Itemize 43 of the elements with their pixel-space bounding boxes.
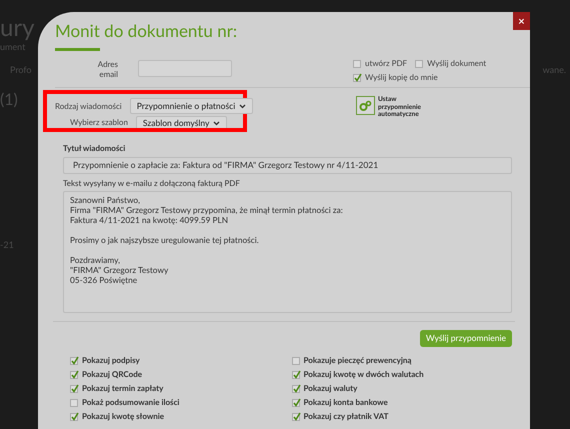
gears-icon [359,100,372,112]
checkbox-label: Pokazuj termin zapłaty [82,383,164,394]
field-label: Tytuł wiadomości [63,142,126,154]
checkbox-label: Pokazuj waluty [304,383,358,394]
checkbox-label: Pokazuj podpisy [82,355,140,366]
checkbox[interactable] [292,412,300,420]
caret-icon [213,120,220,126]
template-dropdown[interactable]: Szablon domyślny [136,116,228,128]
checkbox[interactable] [70,398,78,406]
checkbox-label: Pokazuj kwotę w dwóch walutach [304,369,424,380]
checkbox[interactable] [292,398,300,406]
dialog-title: Monit do dokumentu nr: [55,20,238,42]
checkbox-label: Pokazuj QRCode [82,369,142,380]
checkbox-label: Pokazuj kwotę słownie [82,411,164,422]
message-textarea[interactable]: Szanowni Państwo, Firma "FIRMA" Grzegorz Testowy przypomina, że minął termin płatności za: Faktura 4/11-2021 na kwotę: 4099.59 PLN Prosimy o jak najszybsze uregulowanie tej płatności. Pozdrawiamy, "FIRMA" Grzegorz Testowy 05-326 Poświętne [63,191,512,313]
checkbox[interactable] [353,74,361,82]
checkbox[interactable] [415,60,424,68]
checkbox-label: Pokazuje pieczęć prewencyjną [304,355,412,366]
checkbox-label: utwórz PDF [365,58,408,69]
message-type-dropdown[interactable]: Przypomnienie o płatności [130,98,254,114]
checkbox[interactable] [292,384,300,392]
checkbox[interactable] [292,370,300,378]
checkbox-label: Wyślij kopię do mnie [365,72,438,83]
checkbox-label: Pokazuj konta bankowe [304,397,388,408]
gears-icon-button[interactable] [356,96,375,115]
field-label: Adres email [96,58,118,78]
field-label: Rodzaj wiadomości [55,100,122,112]
caret-icon [239,104,246,108]
checkbox[interactable] [70,356,78,364]
checkbox-label: Pokaż podsumowanie ilości [82,397,180,408]
close-button[interactable]: × [513,12,530,30]
field-label: Tekst wysyłany w e-mailu z dołączoną fakturą PDF [63,177,241,189]
checkbox-label: Wyślij dokument [427,58,486,69]
title-underline [55,48,100,51]
checkbox[interactable] [70,412,78,420]
checkbox[interactable] [292,356,300,364]
subject-field[interactable]: Przypomnienie o zapłacie za: Faktura od "FIRMA" Grzegorz Testowy nr 4/11-2021 [63,157,512,174]
checkbox[interactable] [70,370,78,378]
checkbox-label: Pokazuj czy płatnik VAT [304,411,388,422]
field-label: Wybierz szablon [70,116,128,128]
email-field[interactable] [138,60,232,77]
checkbox[interactable] [353,60,361,68]
checkbox[interactable] [70,384,78,392]
